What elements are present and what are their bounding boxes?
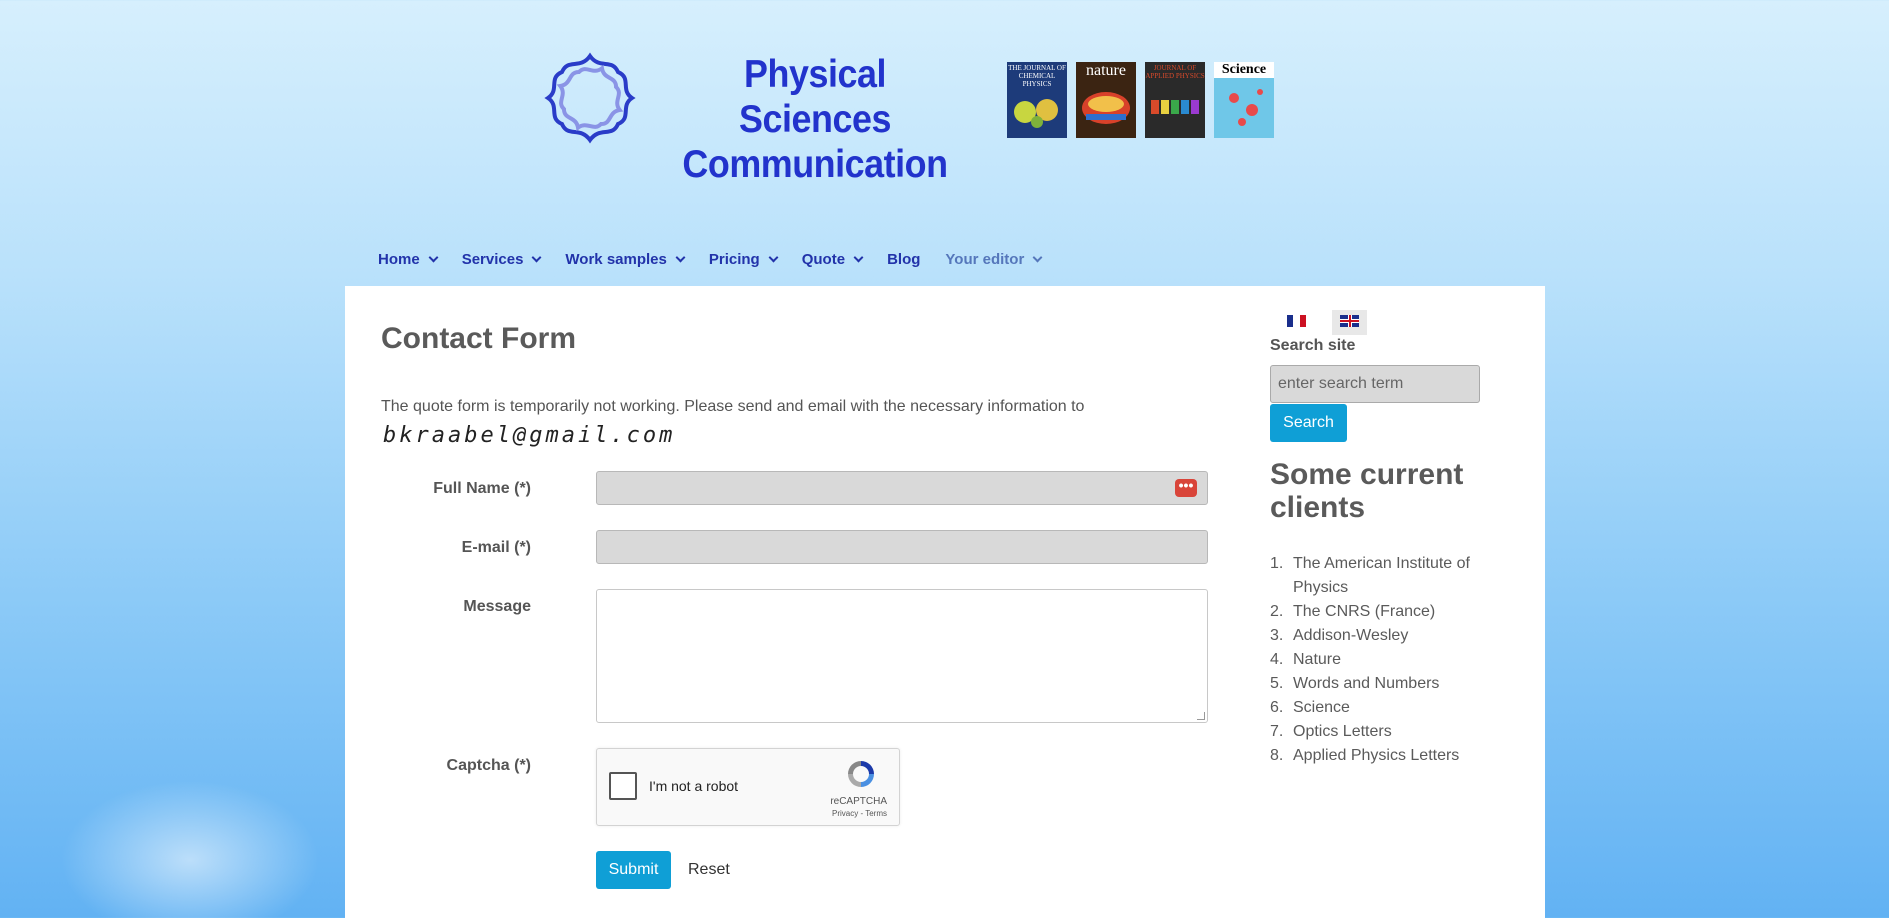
- quote-form-notice: The quote form is temporarily not workin…: [381, 398, 1085, 415]
- recaptcha-logo-icon: [848, 761, 874, 787]
- cover-nature: nature: [1076, 62, 1136, 138]
- client-name: The American Institute of Physics: [1293, 555, 1470, 596]
- cover-science: Science: [1214, 62, 1274, 138]
- clients-list: 1. The American Institute of Physics 2. Th…: [1270, 552, 1503, 768]
- client-name: Applied Physics Letters: [1293, 747, 1460, 764]
- nav-quote-label: Quote: [801, 251, 846, 268]
- chevron-down-icon: [531, 252, 542, 263]
- client-name: Science: [1293, 699, 1350, 716]
- clients-title: Some current clients: [1270, 458, 1464, 524]
- recaptcha-checkbox[interactable]: [609, 772, 637, 800]
- chevron-down-icon: [675, 252, 686, 263]
- full-name-label: Full Name (*): [433, 480, 531, 497]
- reset-button[interactable]: Reset: [688, 861, 730, 879]
- nav-services[interactable]: Services: [461, 251, 542, 268]
- client-name: Optics Letters: [1293, 723, 1392, 740]
- nav-your-editor[interactable]: Your editor: [945, 251, 1043, 268]
- chevron-down-icon: [428, 252, 439, 263]
- list-item: 8. Applied Physics Letters: [1270, 747, 1460, 764]
- cover-jap: JOURNAL OF APPLIED PHYSICS: [1145, 62, 1205, 138]
- site-title[interactable]: Physical Sciences Communication: [672, 52, 957, 187]
- nav-blog-label: Blog: [887, 251, 921, 268]
- journal-covers: THE JOURNAL OF CHEMICAL PHYSICS nature J…: [1007, 62, 1274, 138]
- nav-home[interactable]: Home: [378, 251, 439, 268]
- submit-button[interactable]: Submit: [596, 851, 671, 889]
- client-name: Nature: [1293, 651, 1342, 668]
- language-switcher: [1279, 310, 1367, 335]
- search-button[interactable]: Search: [1270, 404, 1347, 442]
- list-item: 4. Nature: [1270, 651, 1342, 668]
- search-input[interactable]: [1270, 365, 1480, 403]
- chevron-down-icon: [853, 252, 864, 263]
- list-item: 5. Words and Numbers: [1270, 675, 1440, 692]
- nav-your-editor-label: Your editor: [945, 251, 1025, 268]
- password-manager-icon[interactable]: •••: [1175, 478, 1197, 497]
- message-textarea[interactable]: [596, 589, 1208, 723]
- cover-jcp: THE JOURNAL OF CHEMICAL PHYSICS: [1007, 62, 1067, 138]
- list-item: 7. Optics Letters: [1270, 723, 1392, 740]
- site-title-line2: Communication: [682, 143, 948, 186]
- uk-flag-icon: [1340, 315, 1359, 327]
- email-field[interactable]: [596, 530, 1208, 564]
- client-name: Addison-Wesley: [1293, 627, 1409, 644]
- resize-handle-icon[interactable]: [1197, 712, 1205, 720]
- content-panel: Contact Form The quote form is temporari…: [345, 286, 1545, 918]
- page-title: Contact Form: [381, 322, 576, 355]
- message-label: Message: [463, 598, 531, 615]
- search-label: Search site: [1270, 337, 1356, 354]
- nav-pricing-label: Pricing: [708, 251, 760, 268]
- client-name: Words and Numbers: [1293, 675, 1440, 692]
- lang-fr[interactable]: [1279, 310, 1314, 335]
- french-flag-icon: [1287, 315, 1306, 327]
- chevron-down-icon: [1032, 252, 1043, 263]
- nav-quote[interactable]: Quote: [801, 251, 864, 268]
- nav-work-samples-label: Work samples: [565, 251, 667, 268]
- nav-pricing[interactable]: Pricing: [708, 251, 779, 268]
- client-name: The CNRS (France): [1293, 603, 1436, 620]
- email-image: bkraabel@gmail.com: [383, 423, 676, 448]
- recaptcha-widget: I'm not a robot reCAPTCHA Privacy - Term…: [596, 748, 900, 826]
- background-cloud: [60, 780, 320, 918]
- site-title-line1: Physical Sciences: [739, 53, 891, 141]
- list-item: 6. Science: [1270, 699, 1350, 716]
- lang-en[interactable]: [1332, 310, 1367, 335]
- list-item: 3. Addison-Wesley: [1270, 627, 1409, 644]
- list-item: 1. The American Institute of Physics: [1270, 555, 1470, 596]
- recaptcha-text: I'm not a robot: [649, 778, 739, 794]
- main-nav: Home Services Work samples Pricing Quote…: [378, 251, 1066, 268]
- list-item: 2. The CNRS (France): [1270, 603, 1436, 620]
- nav-work-samples[interactable]: Work samples: [565, 251, 686, 268]
- nav-blog[interactable]: Blog: [887, 251, 920, 268]
- captcha-label: Captcha (*): [446, 757, 531, 774]
- nav-services-label: Services: [461, 251, 524, 268]
- recaptcha-brand: reCAPTCHA: [830, 796, 887, 807]
- recaptcha-privacy-terms[interactable]: Privacy - Terms: [832, 809, 887, 818]
- chevron-down-icon: [768, 252, 779, 263]
- logo-icon[interactable]: [540, 48, 640, 148]
- email-label: E-mail (*): [461, 539, 531, 556]
- full-name-field[interactable]: •••: [596, 471, 1208, 505]
- nav-home-label: Home: [378, 251, 420, 268]
